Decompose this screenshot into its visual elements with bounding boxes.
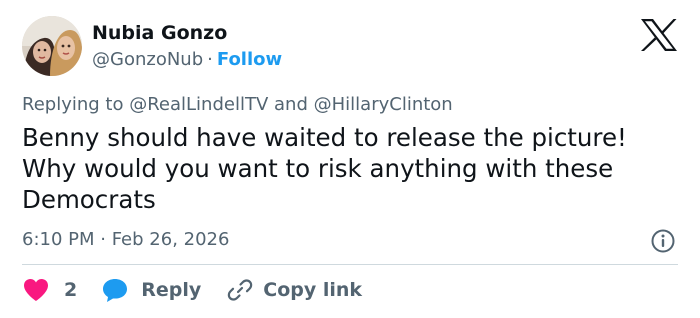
author-handle-line: @GonzoNub · Follow bbox=[92, 49, 282, 70]
tweet-card: Nubia Gonzo @GonzoNub · Follow Replying to… bbox=[0, 0, 700, 318]
like-button[interactable]: 2 bbox=[22, 277, 77, 303]
x-logo-icon[interactable] bbox=[640, 18, 678, 52]
action-bar: 2 Reply Copy link bbox=[22, 272, 362, 308]
copy-link-button[interactable]: Copy link bbox=[227, 277, 362, 303]
like-count: 2 bbox=[64, 279, 78, 301]
link-icon bbox=[228, 279, 253, 301]
reply-button[interactable]: Reply bbox=[101, 277, 201, 303]
follow-button[interactable]: Follow bbox=[217, 49, 282, 70]
reply-context-prefix: Replying to bbox=[22, 94, 124, 115]
tweet-timestamp[interactable]: 6:10 PM · Feb 26, 2026 bbox=[22, 229, 229, 250]
copy-link-label: Copy link bbox=[263, 279, 363, 301]
avatar[interactable] bbox=[22, 16, 82, 76]
tweet-text: Benny should have waited to release the … bbox=[22, 123, 627, 214]
mention-hillaryclinton[interactable]: @HillaryClinton bbox=[314, 94, 453, 115]
reply-label: Reply bbox=[141, 279, 202, 301]
heart-icon bbox=[24, 279, 48, 301]
avatar-photo bbox=[22, 16, 82, 76]
mention-reallindelltv[interactable]: @RealLindellTV bbox=[129, 94, 268, 115]
info-icon[interactable] bbox=[650, 228, 676, 254]
separator-dot: · bbox=[207, 49, 213, 70]
speech-bubble-icon bbox=[103, 279, 128, 302]
divider bbox=[22, 264, 678, 265]
reply-context: Replying to @RealLindellTV and @HillaryC… bbox=[22, 94, 453, 115]
author-name[interactable]: Nubia Gonzo bbox=[92, 22, 227, 44]
reply-context-and: and bbox=[274, 94, 308, 115]
author-handle[interactable]: @GonzoNub bbox=[92, 49, 203, 70]
